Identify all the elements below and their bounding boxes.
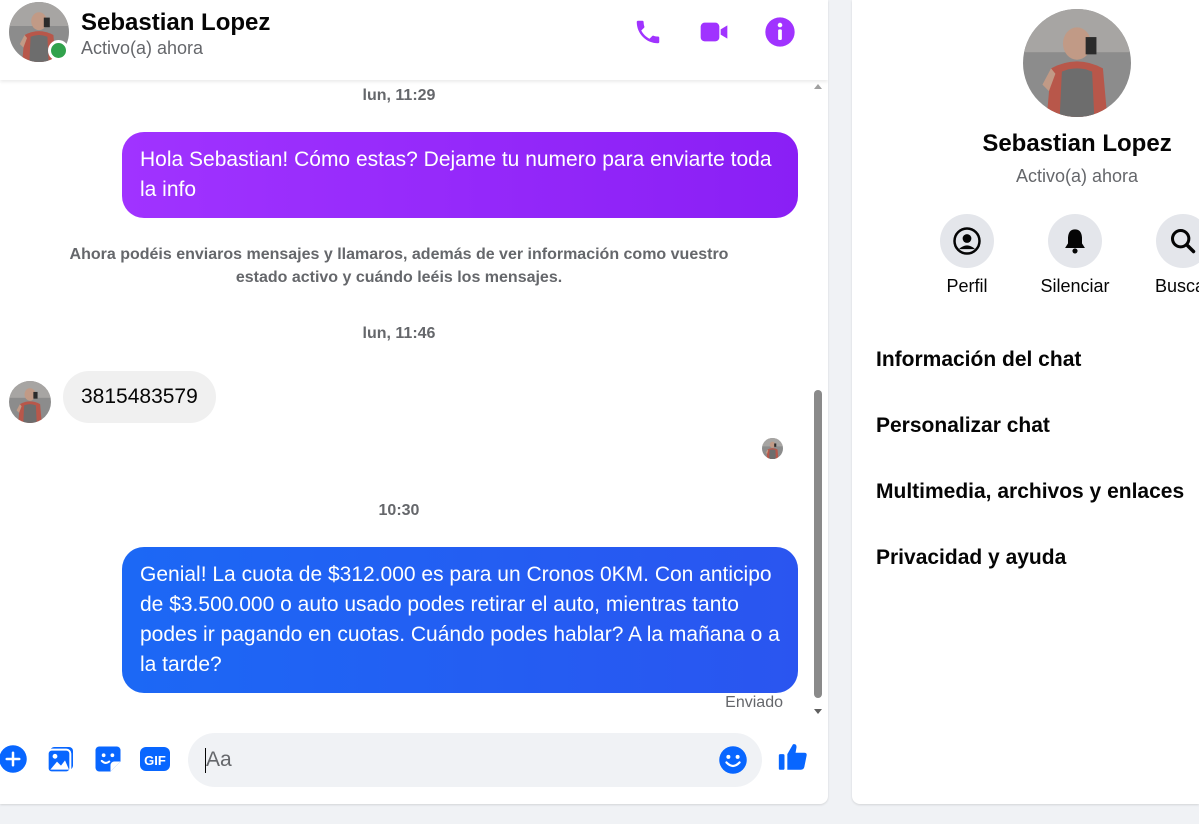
video-camera-icon[interactable] [696, 14, 732, 50]
incoming-message[interactable]: 3815483579 [63, 371, 216, 423]
contact-status: Activo(a) ahora [81, 38, 204, 58]
sticker-icon[interactable] [91, 742, 125, 776]
search-action-label: Buscar [1154, 276, 1199, 296]
info-icon[interactable] [762, 14, 798, 50]
message-composer: GIF [0, 728, 828, 794]
sent-status: Enviado [725, 694, 783, 711]
scroll-up-arrow-icon[interactable] [814, 84, 822, 89]
message-list[interactable]: lun, 11:29 Hola Sebastian! Cómo estas? D… [0, 80, 828, 720]
menu-chat-info[interactable]: Información del chat [876, 348, 1081, 372]
contact-avatar-large[interactable] [1023, 9, 1131, 117]
online-status-dot [48, 40, 69, 61]
conversation-info-panel: Sebastian Lopez Activo(a) ahora Perfil S… [852, 0, 1199, 804]
chat-header: Sebastian Lopez Activo(a) ahora [0, 0, 828, 80]
image-icon[interactable] [44, 742, 78, 776]
profile-action-label: Perfil [946, 276, 988, 296]
scroll-thumb[interactable] [814, 390, 822, 698]
profile-action[interactable]: Perfil [913, 214, 1021, 297]
outgoing-message[interactable]: Hola Sebastian! Cómo estas? Dejame tu nu… [122, 132, 798, 218]
message-input[interactable] [206, 743, 706, 777]
phone-icon[interactable] [630, 14, 666, 50]
scroll-down-arrow-icon[interactable] [814, 709, 822, 714]
info-contact-name: Sebastian Lopez [982, 130, 1172, 157]
menu-customize-chat[interactable]: Personalizar chat [876, 414, 1050, 438]
mute-action-label: Silenciar [1040, 276, 1110, 296]
message-input-box[interactable] [188, 733, 762, 787]
plus-icon[interactable] [0, 742, 30, 776]
profile-icon [940, 214, 994, 268]
timestamp: lun, 11:46 [362, 325, 436, 342]
timestamp: 10:30 [378, 502, 420, 519]
timestamp: lun, 11:29 [362, 87, 436, 104]
search-icon [1156, 214, 1199, 268]
outgoing-message[interactable]: Genial! La cuota de $312.000 es para un … [122, 547, 798, 693]
text-caret [205, 748, 206, 773]
contact-name[interactable]: Sebastian Lopez [81, 9, 270, 37]
menu-media-files-links[interactable]: Multimedia, archivos y enlaces [876, 480, 1184, 504]
search-action[interactable]: Buscar [1129, 214, 1199, 297]
bell-icon [1048, 214, 1102, 268]
system-notice: Ahora podéis enviaros mensajes y llamaro… [69, 246, 729, 286]
gif-label: GIF [144, 753, 166, 768]
chat-panel: Sebastian Lopez Activo(a) ahora lun, 11:… [0, 0, 828, 804]
message-scrollbar[interactable] [812, 84, 824, 714]
menu-privacy-help[interactable]: Privacidad y ayuda [876, 546, 1066, 570]
gif-icon[interactable]: GIF [138, 742, 172, 776]
contact-avatar-small[interactable] [9, 381, 51, 423]
emoji-icon[interactable] [718, 745, 748, 775]
mute-action[interactable]: Silenciar [1021, 214, 1129, 297]
info-contact-status: Activo(a) ahora [1015, 166, 1139, 186]
thumbs-up-icon[interactable] [776, 740, 810, 774]
read-receipt-avatar [762, 438, 783, 459]
